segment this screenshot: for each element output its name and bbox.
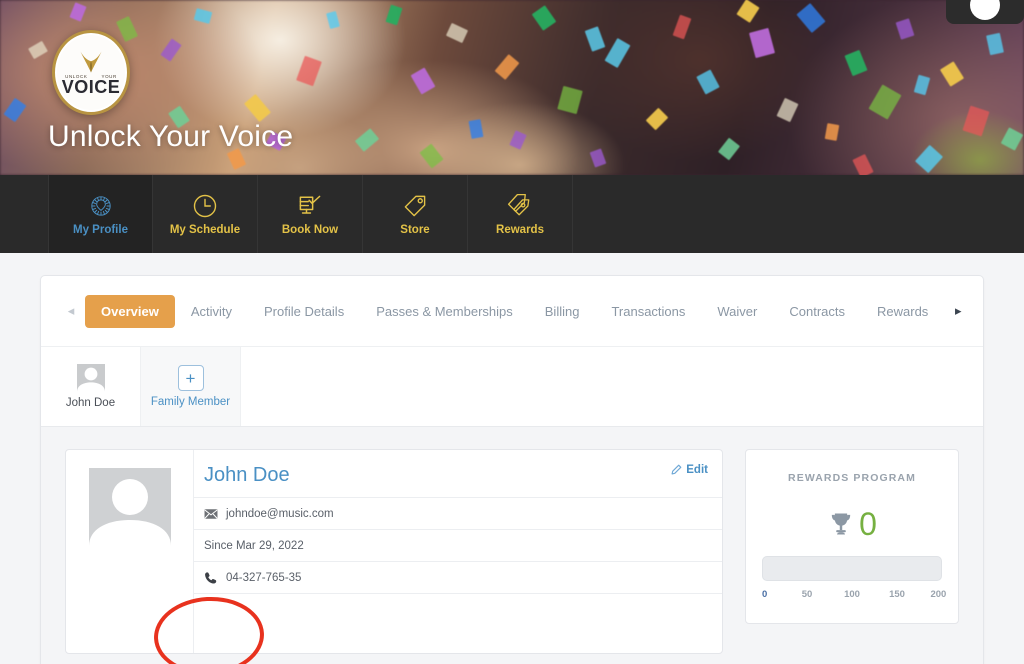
tab-passes-memberships[interactable]: Passes & Memberships xyxy=(360,295,529,328)
nav-label-store: Store xyxy=(400,224,430,236)
account-avatar-button[interactable] xyxy=(946,0,1024,24)
scale-label-50: 50 xyxy=(801,589,813,600)
tabs-next-arrow[interactable]: ▸ xyxy=(944,303,972,319)
rewards-progress-scale: 0 50 100 150 200 xyxy=(762,589,946,603)
site-logo[interactable]: UNLOCK YOUR VOICE xyxy=(52,30,130,115)
scale-label-150: 150 xyxy=(889,589,905,600)
pencil-icon xyxy=(671,464,682,475)
tag-icon xyxy=(404,195,426,217)
scale-label-0: 0 xyxy=(762,589,768,600)
profile-summary-card: John Doe Edit johndoe@music.com Since Ma… xyxy=(65,449,723,654)
envelope-icon xyxy=(204,508,218,519)
clock-icon xyxy=(193,194,217,218)
edit-profile-label: Edit xyxy=(686,464,708,476)
profile-details-cell: John Doe Edit johndoe@music.com Since Ma… xyxy=(194,450,722,653)
profile-panel: ◂ Overview Activity Profile Details Pass… xyxy=(40,275,984,664)
monitor-check-icon xyxy=(299,195,321,214)
page-content: ◂ Overview Activity Profile Details Pass… xyxy=(0,253,1024,664)
notch-100 xyxy=(846,581,858,588)
tab-overview[interactable]: Overview xyxy=(85,294,175,328)
profile-email-value: johndoe@music.com xyxy=(226,507,334,520)
double-tag-icon xyxy=(507,193,530,216)
tabs-prev-arrow[interactable]: ◂ xyxy=(57,303,85,319)
trophy-icon xyxy=(831,513,851,535)
tab-rewards[interactable]: Rewards xyxy=(861,295,944,328)
profile-photo-cell xyxy=(66,450,194,653)
tab-profile-details[interactable]: Profile Details xyxy=(248,295,360,328)
tab-contracts[interactable]: Contracts xyxy=(773,295,861,328)
family-member-strip: John Doe + Family Member xyxy=(41,346,983,426)
member-name-label: John Doe xyxy=(65,397,116,409)
nav-item-my-profile[interactable]: My Profile xyxy=(48,175,153,253)
add-family-member-label: Family Member xyxy=(150,396,231,408)
tab-activity[interactable]: Activity xyxy=(175,295,248,328)
rewards-progress-track xyxy=(762,556,942,581)
scale-label-100: 100 xyxy=(844,589,860,600)
rewards-program-title: REWARDS PROGRAM xyxy=(788,472,916,484)
profile-phone-row: 04-327-765-35 xyxy=(194,561,722,593)
profile-since-value: Since Mar 29, 2022 xyxy=(204,539,304,552)
nav-item-rewards[interactable]: Rewards xyxy=(468,175,573,253)
nav-label-book-now: Book Now xyxy=(281,224,339,236)
nav-item-book-now[interactable]: Book Now xyxy=(258,175,363,253)
plus-icon: + xyxy=(177,365,204,391)
nav-label-my-profile: My Profile xyxy=(73,224,128,236)
tab-transactions[interactable]: Transactions xyxy=(595,295,701,328)
profile-phone-value: 04-327-765-35 xyxy=(226,571,302,584)
profile-email-row: johndoe@music.com xyxy=(194,497,722,529)
add-family-member-tile[interactable]: + Family Member xyxy=(141,347,241,426)
tab-billing[interactable]: Billing xyxy=(529,295,596,328)
main-navigation: My Profile My Schedule Book Now Store Re… xyxy=(0,175,1024,253)
tab-waiver[interactable]: Waiver xyxy=(701,295,773,328)
rewards-score: 0 xyxy=(762,508,942,540)
edit-profile-button[interactable]: Edit xyxy=(670,464,708,476)
overview-body: John Doe Edit johndoe@music.com Since Ma… xyxy=(41,426,983,664)
profile-since-row: Since Mar 29, 2022 xyxy=(194,529,722,561)
banner-title: Unlock Your Voice xyxy=(48,120,294,153)
nav-item-store[interactable]: Store xyxy=(363,175,468,253)
avatar-placeholder-icon xyxy=(76,364,105,392)
hero-banner: UNLOCK YOUR VOICE Unlock Your Voice xyxy=(0,0,1024,175)
notch-50 xyxy=(801,581,813,588)
profile-flower-icon xyxy=(90,196,111,216)
phone-icon xyxy=(205,571,217,584)
scale-label-200: 200 xyxy=(930,589,947,600)
logo-bird-mark xyxy=(80,51,102,73)
logo-wordmark: VOICE xyxy=(61,77,121,97)
notch-150 xyxy=(891,581,903,588)
nav-label-my-schedule: My Schedule xyxy=(169,224,241,236)
rewards-progress-notches xyxy=(762,581,942,588)
nav-label-rewards: Rewards xyxy=(496,224,544,236)
rewards-progress: 0 50 100 150 200 xyxy=(762,556,946,603)
profile-empty-row xyxy=(194,593,722,653)
profile-name: John Doe xyxy=(204,464,290,486)
profile-header-row: John Doe Edit xyxy=(194,450,722,497)
nav-item-my-schedule[interactable]: My Schedule xyxy=(153,175,258,253)
avatar-placeholder-icon xyxy=(88,468,171,546)
tab-bar: ◂ Overview Activity Profile Details Pass… xyxy=(41,276,983,346)
member-tile-john-doe[interactable]: John Doe xyxy=(41,347,141,426)
rewards-points-value: 0 xyxy=(859,506,877,542)
rewards-program-card: REWARDS PROGRAM 0 0 50 100 150 200 xyxy=(745,449,959,624)
user-avatar-icon xyxy=(970,0,1000,20)
